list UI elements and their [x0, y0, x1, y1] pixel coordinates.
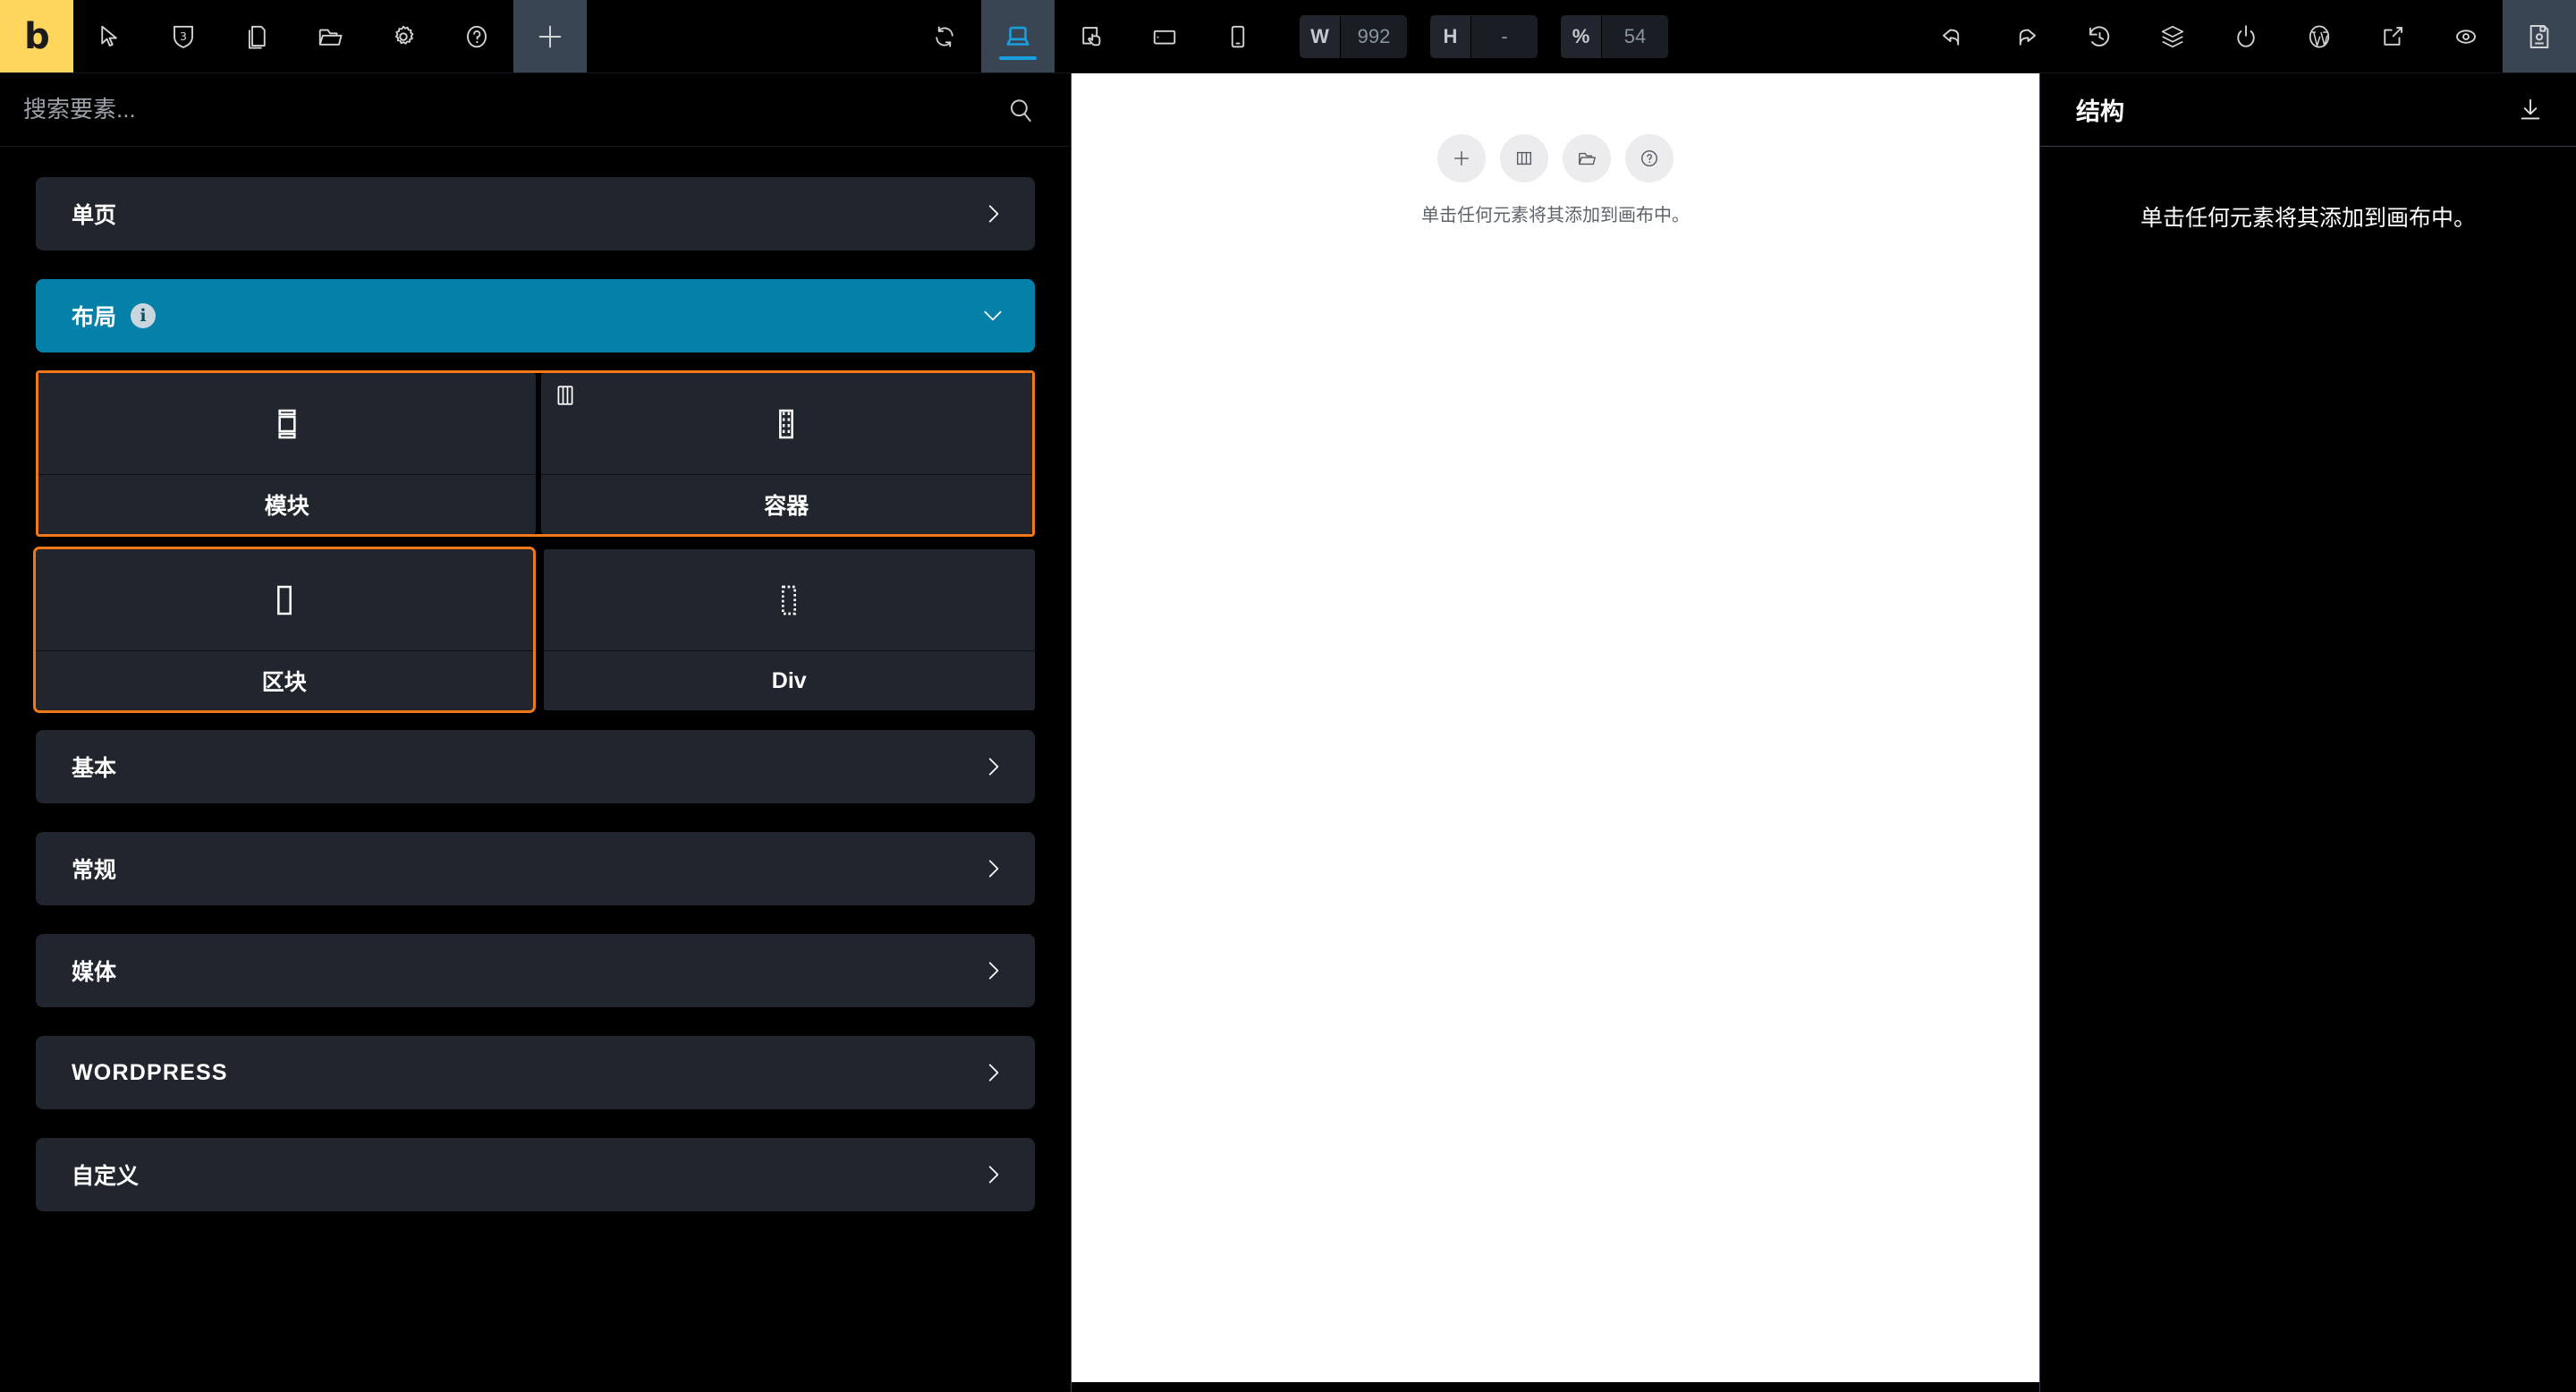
- element-search-row: [0, 73, 1071, 147]
- elements-list: 单页 布局 i 模块 容器 区块 Div 基本 常规 媒体 WORDPRESS …: [0, 147, 1071, 1392]
- structure-panel-body: 单击任何元素将其添加到画布中。: [2040, 147, 2576, 1392]
- svg-text:3: 3: [180, 29, 187, 42]
- help-icon[interactable]: [440, 0, 513, 72]
- toolbar-left-group: 3: [73, 0, 513, 72]
- element-tile-block[interactable]: 区块: [33, 547, 536, 713]
- workspace: 单页 布局 i: [0, 73, 2576, 1392]
- accordion-custom[interactable]: 自定义: [36, 1138, 1035, 1211]
- external-link-icon[interactable]: [2356, 0, 2429, 72]
- folder-icon[interactable]: [293, 0, 367, 72]
- undo-icon[interactable]: [1916, 0, 1989, 72]
- div-dashed-icon: [543, 549, 1035, 651]
- refresh-icon[interactable]: [908, 0, 981, 72]
- canvas-area: 单击任何元素将其添加到画布中。: [1072, 73, 2039, 1392]
- chevron-right-icon: [981, 959, 1004, 982]
- bricks-logo[interactable]: b: [0, 0, 73, 72]
- layout-elements-row-2: 区块 Div: [33, 547, 1035, 713]
- responsive-controls: W 992 H - % 54: [908, 0, 1668, 72]
- layers-icon[interactable]: [2136, 0, 2209, 72]
- page-canvas[interactable]: 单击任何元素将其添加到画布中。: [1072, 73, 2039, 1382]
- chevron-right-icon: [981, 857, 1004, 880]
- accordion-label-custom: 自定义: [72, 1164, 140, 1189]
- accordion-layout[interactable]: 布局 i: [36, 279, 1035, 352]
- search-input[interactable]: [23, 96, 1006, 123]
- accordion-label-general: 常规: [72, 858, 117, 883]
- height-value[interactable]: -: [1471, 14, 1538, 58]
- width-value[interactable]: 992: [1341, 14, 1407, 58]
- width-label: W: [1300, 14, 1341, 58]
- info-icon[interactable]: i: [131, 303, 157, 328]
- accordion-label-layout: 布局: [72, 305, 117, 330]
- preview-eye-icon[interactable]: [2429, 0, 2503, 72]
- container-icon: [540, 373, 1032, 475]
- redo-icon[interactable]: [1989, 0, 2063, 72]
- zoom-field[interactable]: % 54: [1561, 14, 1668, 58]
- element-label-section: 模块: [264, 494, 309, 519]
- columns-icon[interactable]: [1500, 134, 1548, 182]
- structure-panel: 结构 单击任何元素将其添加到画布中。: [2039, 73, 2576, 1392]
- help-circle-icon[interactable]: [1625, 134, 1674, 182]
- mobile-icon[interactable]: [1201, 0, 1275, 72]
- element-tile-div[interactable]: Div: [543, 549, 1035, 710]
- add-element-icon[interactable]: [513, 0, 587, 72]
- accordion-label-single-page: 单页: [72, 203, 117, 228]
- add-icon[interactable]: [1437, 134, 1486, 182]
- bricks-shield-icon[interactable]: 3: [147, 0, 220, 72]
- element-tile-section[interactable]: 模块: [38, 373, 536, 534]
- cursor-icon[interactable]: [73, 0, 147, 72]
- accordion-general[interactable]: 常规: [36, 832, 1035, 905]
- wordpress-icon[interactable]: [2283, 0, 2356, 72]
- elements-panel: 单页 布局 i: [0, 73, 1072, 1392]
- width-field[interactable]: W 992: [1300, 14, 1407, 58]
- accordion-label-wordpress: WORDPRESS: [72, 1059, 228, 1085]
- canvas-quick-actions: [1437, 134, 1674, 182]
- structure-panel-title: 结构: [2076, 98, 2124, 125]
- toolbar-right-group: [1916, 0, 2576, 72]
- layout-elements-row-1: 模块 容器: [36, 370, 1035, 537]
- templates-folder-icon[interactable]: [1563, 134, 1611, 182]
- canvas-empty-hint: 单击任何元素将其添加到画布中。: [1421, 206, 1690, 225]
- chevron-right-icon: [981, 1163, 1004, 1186]
- pages-icon[interactable]: [220, 0, 293, 72]
- accordion-media[interactable]: 媒体: [36, 934, 1035, 1007]
- height-field[interactable]: H -: [1430, 14, 1538, 58]
- layout-elements-grid: 模块 容器 区块 Div: [33, 370, 1035, 713]
- height-label: H: [1430, 14, 1471, 58]
- structure-empty-message: 单击任何元素将其添加到画布中。: [2140, 206, 2476, 231]
- bricks-logo-letter: b: [24, 15, 50, 57]
- element-label-container: 容器: [764, 494, 809, 519]
- tablet-landscape-icon[interactable]: [1128, 0, 1201, 72]
- accordion-label-basic: 基本: [72, 756, 117, 781]
- block-icon: [36, 549, 533, 651]
- search-icon[interactable]: [1006, 96, 1035, 124]
- accordion-single-page[interactable]: 单页: [36, 177, 1035, 250]
- columns-grid-icon: [554, 384, 577, 412]
- save-icon[interactable]: [2503, 0, 2576, 72]
- zoom-label: %: [1561, 14, 1602, 58]
- power-icon[interactable]: [2209, 0, 2283, 72]
- accordion-label-media: 媒体: [72, 960, 117, 985]
- chevron-right-icon: [981, 755, 1004, 778]
- element-label-block: 区块: [261, 670, 307, 695]
- chevron-down-icon: [981, 304, 1004, 327]
- revisions-icon[interactable]: [2063, 0, 2136, 72]
- tablet-hand-icon[interactable]: [1055, 0, 1128, 72]
- accordion-basic[interactable]: 基本: [36, 730, 1035, 803]
- top-toolbar: b 3 W 992 H - % 54: [0, 0, 2576, 73]
- chevron-right-icon: [981, 1061, 1004, 1084]
- dimension-fields: W 992 H - % 54: [1300, 0, 1668, 72]
- laptop-icon[interactable]: [981, 0, 1055, 72]
- element-label-div: Div: [771, 667, 807, 693]
- chevron-right-icon: [981, 202, 1004, 225]
- structure-panel-header: 结构: [2040, 73, 2576, 147]
- gear-icon[interactable]: [367, 0, 440, 72]
- accordion-wordpress[interactable]: WORDPRESS: [36, 1036, 1035, 1109]
- download-icon[interactable]: [2517, 97, 2544, 123]
- section-icon: [38, 373, 536, 475]
- zoom-value[interactable]: 54: [1602, 14, 1668, 58]
- element-tile-container[interactable]: 容器: [540, 373, 1032, 534]
